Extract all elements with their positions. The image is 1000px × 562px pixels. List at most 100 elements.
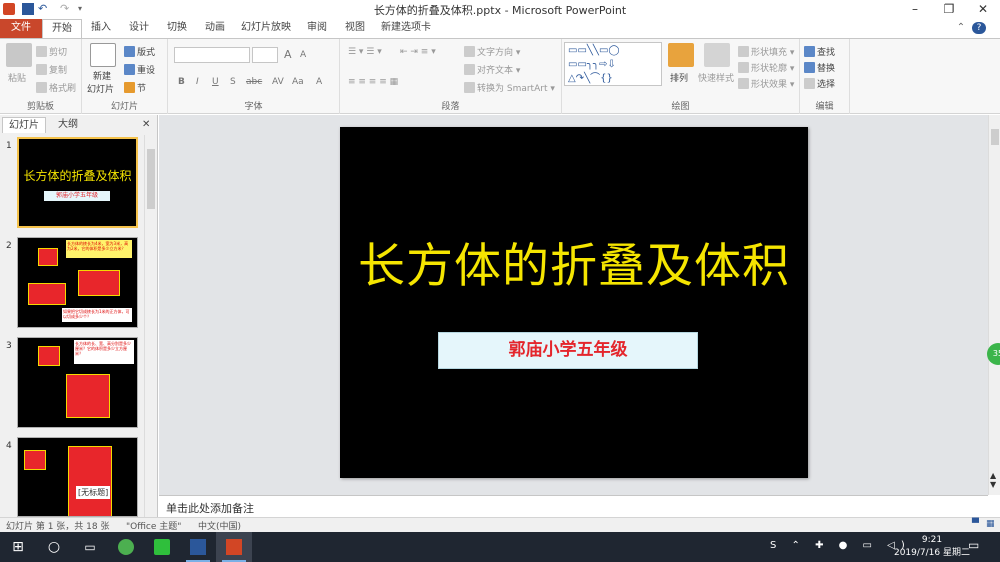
tab-file[interactable]: 文件 (0, 19, 42, 38)
thumb-title: 长方体的折叠及体积 (23, 169, 132, 183)
close-panel-icon[interactable]: ✕ (136, 117, 156, 133)
group-slides: 新建 幻灯片 版式 重设 节 幻灯片 (82, 39, 168, 114)
font-name-combo[interactable] (174, 47, 250, 63)
notes-pane[interactable]: 单击此处添加备注 (159, 495, 988, 517)
tab-transitions[interactable]: 切换 (162, 19, 192, 38)
slide-canvas[interactable]: 长方体的折叠及体积 郭庙小学五年级 (340, 127, 808, 478)
shape-effects-button[interactable]: 形状效果 ▾ (738, 77, 794, 90)
slide-subtitle-box[interactable]: 郭庙小学五年级 (438, 332, 698, 369)
italic-button[interactable]: I (196, 77, 199, 87)
page-nav-icon[interactable]: ▲ ▼ (990, 471, 996, 489)
slide-thumbnail-4[interactable]: [无标题] (17, 437, 138, 517)
thumb-bubble: 长方体的长、宽、高分别是多少厘米？它的体积是多少立方厘米？ (74, 340, 134, 364)
new-slide-label[interactable]: 新建 (93, 69, 111, 82)
fill-icon (738, 46, 749, 57)
cut-button[interactable]: 剪切 (36, 45, 67, 58)
window-title: 长方体的折叠及体积.pptx - Microsoft PowerPoint (373, 4, 627, 17)
replace-button[interactable]: 替换 (804, 61, 835, 74)
minimize-button[interactable]: – (898, 0, 932, 19)
slide-thumbnail-3[interactable]: 长方体的长、宽、高分别是多少厘米？它的体积是多少立方厘米？ (17, 337, 138, 428)
bullets-button[interactable]: ☰ ▾ ☰ ▾ (348, 47, 382, 57)
shrink-font-button[interactable]: A (300, 50, 306, 60)
new-slide-icon[interactable] (90, 43, 116, 67)
tab-slideshow[interactable]: 幻灯片放映 (238, 19, 294, 38)
taskbar-clock[interactable]: 9:21 2019/7/16 星期二 (894, 534, 970, 560)
find-button[interactable]: 查找 (804, 45, 835, 58)
ribbon: 粘贴 剪切 复制 格式刷 剪贴板 新建 幻灯片 版式 重设 节 幻灯片 A A … (0, 38, 1000, 114)
select-button[interactable]: 选择 (804, 77, 835, 90)
clock-time: 9:21 (921, 535, 943, 545)
quick-styles-button[interactable]: 快速样式 (698, 71, 734, 84)
underline-button[interactable]: U (212, 77, 219, 87)
change-case-button[interactable]: Aa (292, 77, 304, 87)
restore-button[interactable]: ❐ (932, 0, 966, 19)
char-spacing-button[interactable]: AV (272, 77, 284, 87)
slide-thumbnail-1[interactable]: 长方体的折叠及体积 郭庙小学五年级 (17, 137, 138, 228)
theme-status: "Office 主题" (126, 522, 182, 532)
paste-button[interactable]: 粘贴 (8, 71, 26, 84)
tab-home[interactable]: 开始 (42, 19, 82, 38)
align-buttons[interactable]: ≡ ≡ ≡ ≡ ▦ (348, 77, 398, 87)
task-view-icon[interactable]: ▭ (72, 532, 108, 562)
copy-button[interactable]: 复制 (36, 63, 67, 76)
tab-insert[interactable]: 插入 (86, 19, 116, 38)
align-text-button[interactable]: 对齐文本 ▾ (464, 63, 520, 76)
arrange-button[interactable]: 排列 (670, 71, 688, 84)
tab-new[interactable]: 新建选项卡 (378, 19, 434, 38)
tab-view[interactable]: 视图 (340, 19, 370, 38)
start-button[interactable]: ⊞ (0, 532, 36, 562)
tab-design[interactable]: 设计 (124, 19, 154, 38)
bold-button[interactable]: B (178, 77, 185, 87)
panel-scrollbar-thumb[interactable] (147, 149, 155, 209)
slide-editor[interactable]: 长方体的折叠及体积 郭庙小学五年级 ▲▼ 35 (159, 115, 1000, 495)
minimize-ribbon-icon[interactable]: ⌃ (954, 19, 968, 38)
shape-fill-button[interactable]: 形状填充 ▾ (738, 45, 794, 58)
iqiyi-icon[interactable] (144, 532, 180, 562)
tab-outline-panel[interactable]: 大纲 (52, 117, 84, 133)
arrange-icon[interactable] (668, 43, 694, 67)
word-taskbar-icon[interactable] (180, 532, 216, 562)
text-direction-button[interactable]: 文字方向 ▾ (464, 45, 520, 58)
close-window-button[interactable]: ✕ (966, 0, 1000, 19)
tab-animations[interactable]: 动画 (200, 19, 230, 38)
cortana-icon[interactable]: ○ (36, 532, 72, 562)
shape-outline-button[interactable]: 形状轮廓 ▾ (738, 61, 794, 74)
grow-font-button[interactable]: A (284, 48, 292, 61)
thumb-bubble-bottom: 如果把它切成棱长为1米的正方体，可以切成多少个？ (62, 308, 132, 322)
new-slide-dropdown[interactable]: 幻灯片 (87, 82, 114, 95)
indent-buttons[interactable]: ⇤ ⇥ ≡ ▾ (400, 47, 436, 57)
strikethrough-button[interactable]: abc (246, 77, 262, 87)
layout-button[interactable]: 版式 (124, 45, 155, 58)
tab-review[interactable]: 审阅 (302, 19, 332, 38)
shape-glyphs: ▭▭╲╲▭◯ ▭▭╮╮⇨⇩ △↷╲⌒{} (568, 45, 620, 84)
slide-title[interactable]: 长方体的折叠及体积 (340, 227, 808, 296)
editor-scrollbar[interactable]: ▲ ▼ (988, 115, 1000, 495)
editor-scrollbar-thumb[interactable] (991, 129, 999, 145)
section-button[interactable]: 节 (124, 81, 146, 94)
format-painter-button[interactable]: 格式刷 (36, 81, 76, 94)
notes-placeholder[interactable]: 单击此处添加备注 (166, 500, 254, 516)
system-tray-icons[interactable]: S ⌃ ✚ ● ▭ ◁) (770, 540, 911, 551)
notifications-icon[interactable]: ▭ (968, 538, 979, 552)
language-status: 中文(中国) (198, 522, 242, 532)
scissors-icon (36, 46, 47, 57)
slides-panel: 幻灯片 大纲 ✕ 1 长方体的折叠及体积 郭庙小学五年级 2 长方体的棱长为4米… (0, 115, 158, 517)
reset-button[interactable]: 重设 (124, 63, 155, 76)
slide-number: 4 (6, 441, 12, 451)
powerpoint-taskbar-icon[interactable] (216, 532, 252, 562)
view-normal-icon[interactable]: ▀ (972, 519, 979, 529)
font-color-button[interactable]: A (316, 77, 322, 87)
tab-slides-panel[interactable]: 幻灯片 (2, 117, 46, 133)
paste-icon[interactable] (6, 43, 32, 67)
smartart-button[interactable]: 转换为 SmartArt ▾ (464, 81, 555, 94)
font-size-combo[interactable] (252, 47, 278, 63)
group-font: A A B I U S abc AV Aa A 字体 (168, 39, 340, 114)
slide-thumbnail-2[interactable]: 长方体的棱长为4米，宽为3米，高为2米，它的体积是多少立方米？ 如果把它切成棱长… (17, 237, 138, 328)
view-sorter-icon[interactable]: ▦ (986, 519, 995, 529)
quick-styles-icon[interactable] (704, 43, 730, 67)
shadow-button[interactable]: S (230, 77, 236, 87)
browser-icon[interactable] (108, 532, 144, 562)
thumb-bubble-top: 长方体的棱长为4米，宽为3米，高为2米，它的体积是多少立方米？ (66, 240, 132, 258)
panel-scrollbar[interactable] (144, 135, 156, 517)
help-icon[interactable]: ? (972, 22, 986, 34)
